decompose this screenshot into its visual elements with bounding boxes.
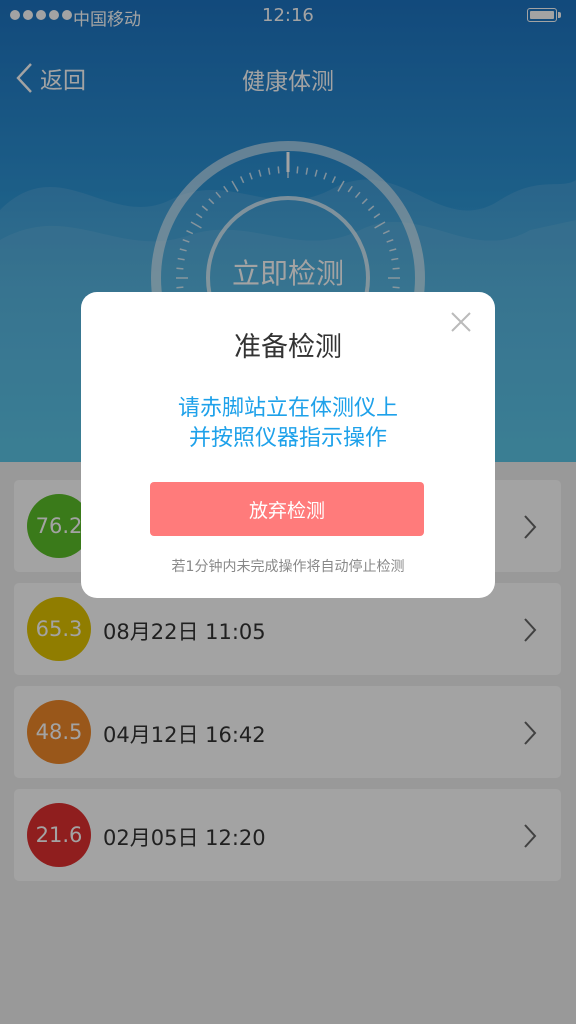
dialog-note: 若1分钟内未完成操作将自动停止检测 (171, 559, 405, 575)
abandon-measure-button[interactable]: 放弃检测 (150, 482, 424, 536)
dialog-instruction: 请赤脚站立在体测仪上 并按照仪器指示操作 (81, 394, 495, 454)
dialog-title: 准备检测 (234, 332, 342, 363)
instruction-line-1: 请赤脚站立在体测仪上 (177, 396, 398, 421)
prepare-measure-dialog: 准备检测 请赤脚站立在体测仪上 并按照仪器指示操作 放弃检测 若1分钟内未完成操… (81, 292, 495, 598)
instruction-line-2: 并按照仪器指示操作 (188, 426, 387, 451)
